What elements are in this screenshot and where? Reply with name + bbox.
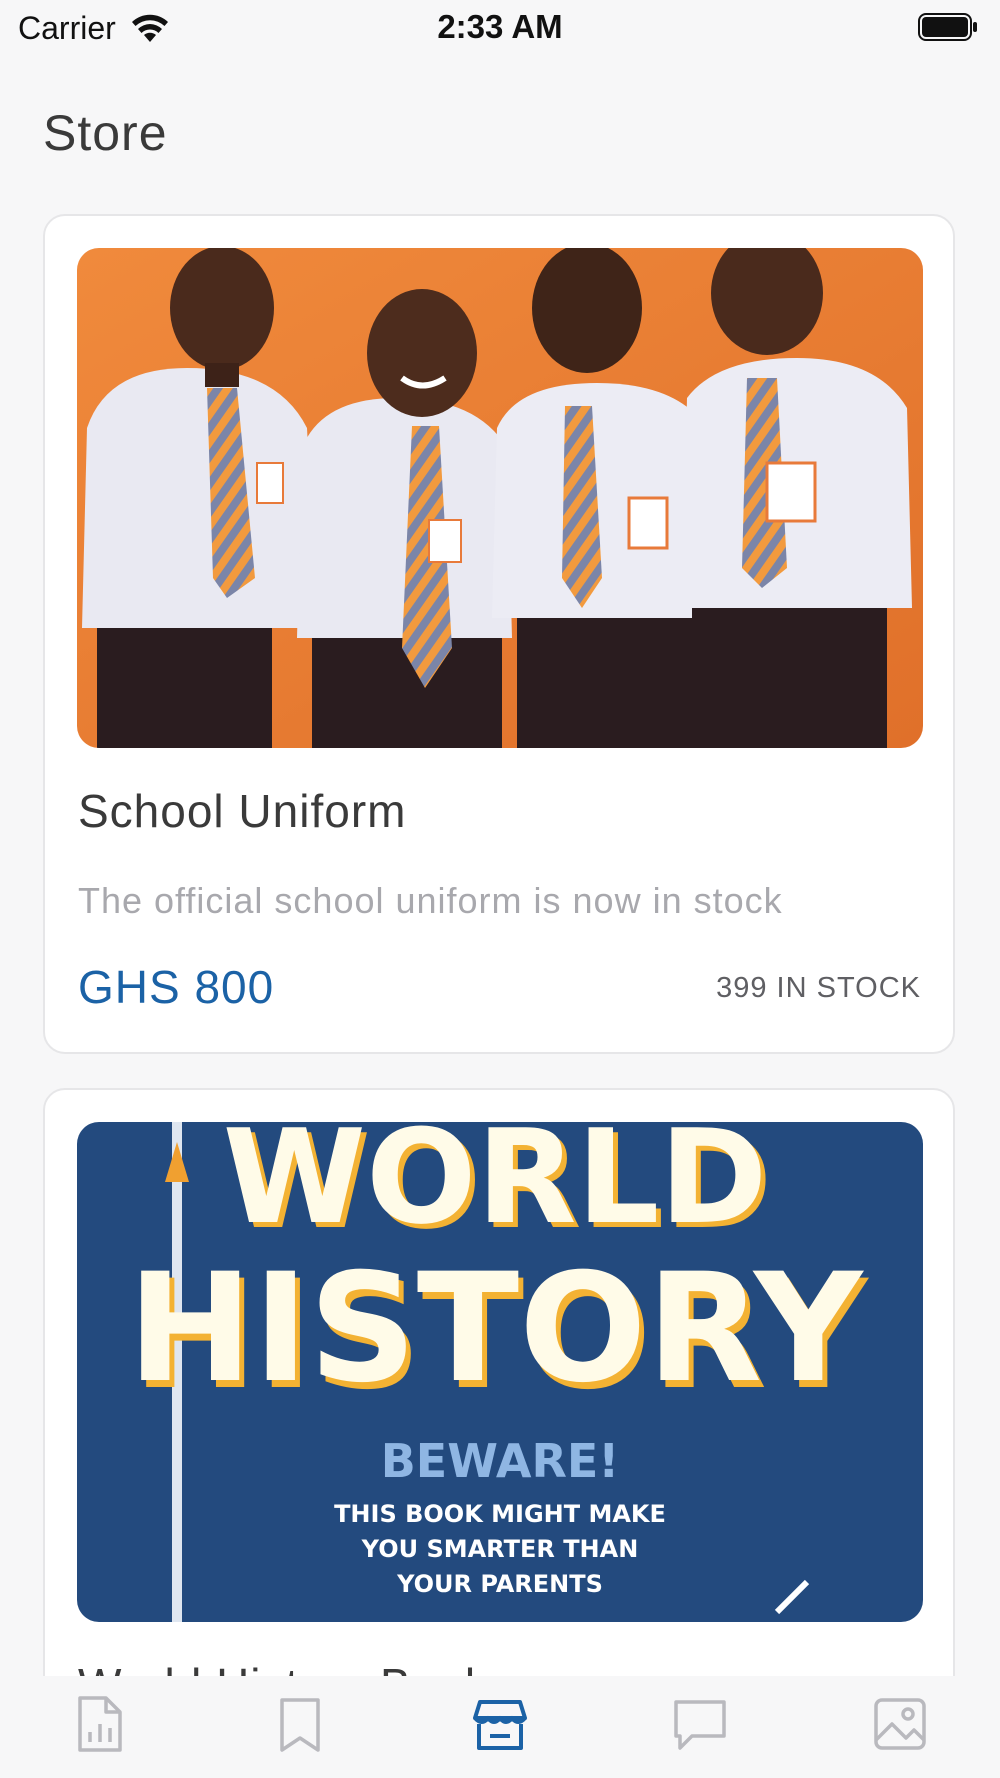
- cover-line2: THIS BOOK MIGHT MAKE: [334, 1500, 666, 1528]
- product-title: World History Book: [78, 1658, 489, 1676]
- product-image: WORLD WORLD HISTORY HISTORY BEWARE! THIS…: [77, 1122, 923, 1622]
- tab-bookmarks[interactable]: [270, 1694, 330, 1754]
- cover-line4: YOUR PARENTS: [396, 1570, 603, 1598]
- bookmark-icon: [280, 1698, 320, 1752]
- report-icon: [78, 1696, 122, 1752]
- store-icon: [473, 1700, 527, 1750]
- battery-icon: [918, 13, 977, 41]
- cover-line3: YOU SMARTER THAN: [361, 1535, 639, 1563]
- product-image: [77, 248, 923, 748]
- product-price: GHS 800: [78, 961, 275, 1013]
- product-title: School Uniform: [78, 785, 407, 837]
- tab-report[interactable]: [70, 1694, 130, 1754]
- product-card[interactable]: WORLD WORLD HISTORY HISTORY BEWARE! THIS…: [43, 1088, 955, 1676]
- gallery-icon: [874, 1698, 926, 1750]
- world-history-book-cover: WORLD WORLD HISTORY HISTORY BEWARE! THIS…: [77, 1122, 923, 1622]
- tab-messages[interactable]: [670, 1694, 730, 1754]
- tab-bar: [0, 1676, 1000, 1778]
- cover-title-line2-shadow: HISTORY: [127, 1242, 865, 1416]
- chat-icon: [674, 1700, 726, 1750]
- students-in-uniform-photo: [77, 248, 923, 748]
- stock-count: 399 IN STOCK: [716, 972, 921, 1004]
- cover-line1: BEWARE!: [381, 1434, 620, 1488]
- product-card[interactable]: School Uniform The official school unifo…: [43, 214, 955, 1054]
- product-description: The official school uniform is now in st…: [78, 880, 783, 921]
- status-time: 2:33 AM: [437, 8, 563, 45]
- product-list[interactable]: School Uniform The official school unifo…: [0, 190, 1000, 1676]
- tab-store[interactable]: [470, 1694, 530, 1754]
- status-bar: Carrier 2:33 AM: [0, 0, 1000, 56]
- cover-title-line1-shadow: WORLD: [223, 1122, 768, 1253]
- page-title: Store: [43, 105, 168, 161]
- tab-gallery[interactable]: [870, 1694, 930, 1754]
